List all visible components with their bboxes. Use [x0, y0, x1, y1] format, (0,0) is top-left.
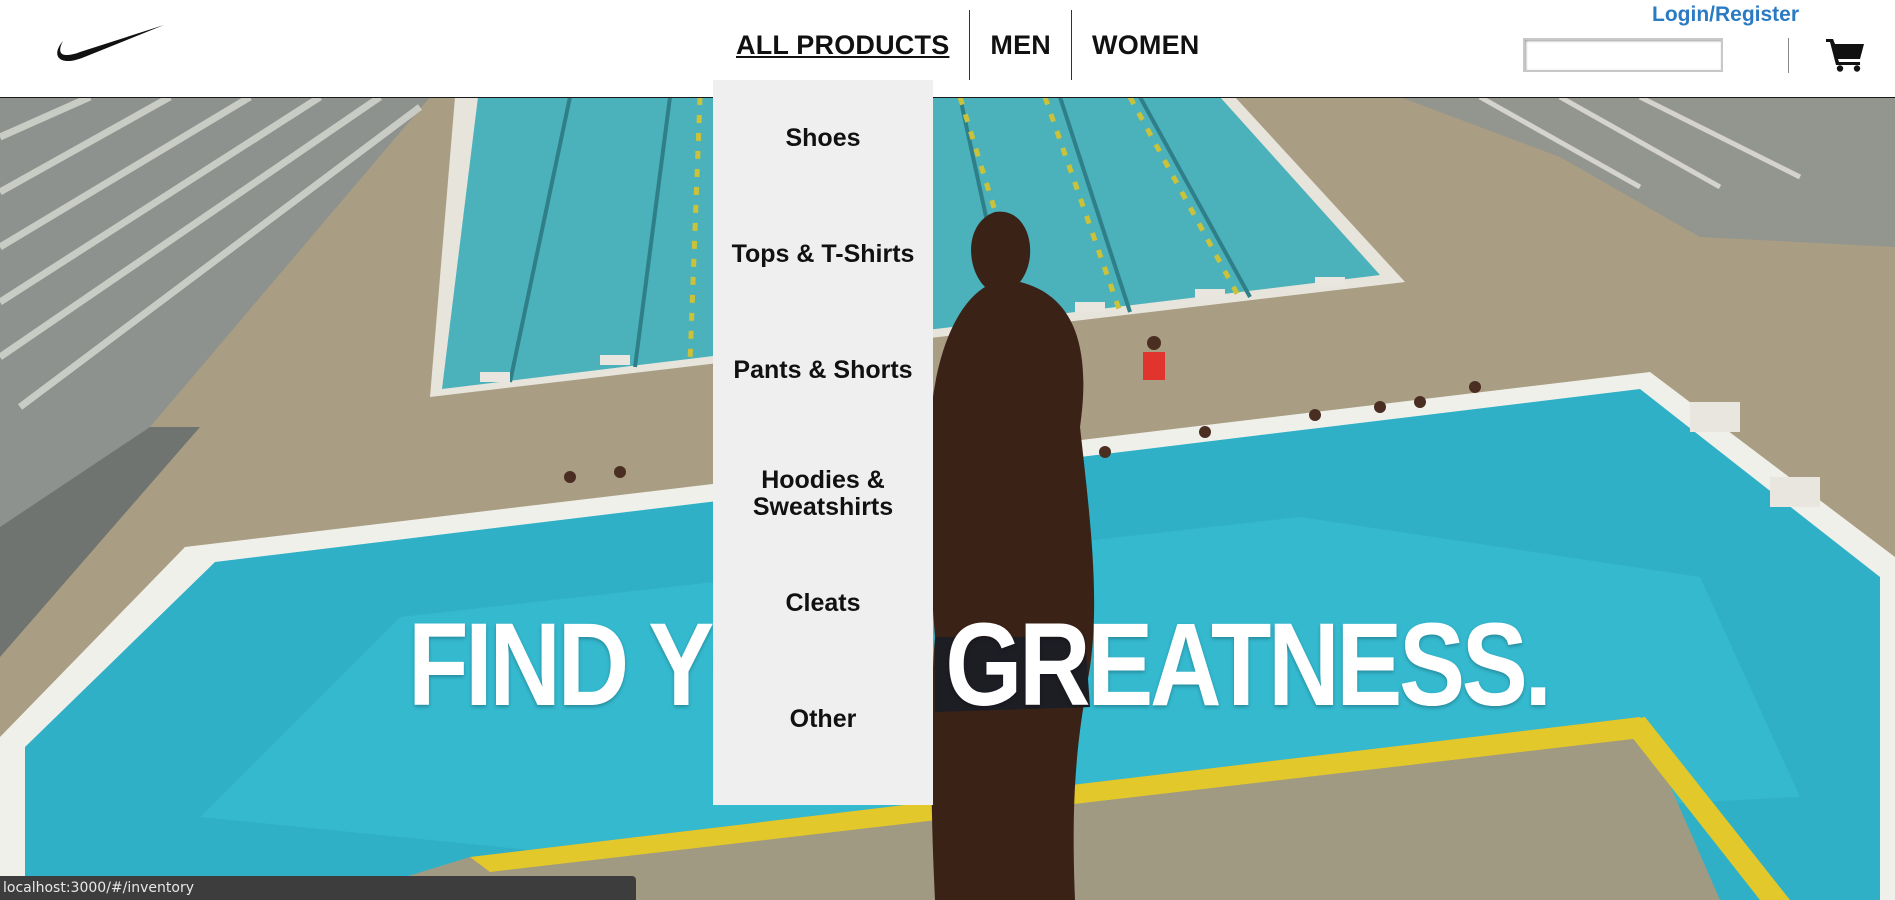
hero-pool-photo [0, 97, 1895, 900]
nav-women[interactable]: WOMEN [1072, 10, 1219, 80]
search-input[interactable] [1523, 38, 1723, 72]
shopping-cart-icon[interactable] [1826, 36, 1866, 72]
nav-women-label: WOMEN [1092, 30, 1200, 60]
header-divider [1788, 38, 1789, 73]
dropdown-item-shoes[interactable]: Shoes [713, 80, 933, 196]
hero-headline: FIND YOUR GREATNESS. [408, 599, 1552, 731]
page: FIND YOUR GREATNESS. ALL PRODUCTS MEN WO… [0, 0, 1895, 900]
nav-men[interactable]: MEN [970, 10, 1071, 80]
main-nav: ALL PRODUCTS MEN WOMEN [716, 10, 1220, 80]
dropdown-item-hoodies-sweatshirts[interactable]: Hoodies & Sweatshirts [713, 436, 933, 552]
nav-all-products-label: ALL PRODUCTS [736, 30, 950, 60]
nav-men-label: MEN [990, 30, 1052, 60]
login-register-link[interactable]: Login/Register [1652, 3, 1799, 27]
dropdown-item-tops-t-shirts[interactable]: Tops & T-Shirts [713, 196, 933, 312]
dropdown-item-other[interactable]: Other [713, 661, 933, 777]
browser-status-url: localhost:3000/#/inventory [0, 876, 636, 900]
dropdown-item-cleats[interactable]: Cleats [713, 545, 933, 661]
site-header: ALL PRODUCTS MEN WOMEN Login/Register [0, 0, 1895, 98]
nike-swoosh-icon[interactable] [54, 24, 164, 68]
hero-banner: FIND YOUR GREATNESS. [0, 97, 1895, 900]
all-products-dropdown: Shoes Tops & T-Shirts Pants & Shorts Hoo… [713, 80, 933, 805]
dropdown-item-pants-shorts[interactable]: Pants & Shorts [713, 312, 933, 428]
nav-all-products[interactable]: ALL PRODUCTS [716, 10, 969, 80]
